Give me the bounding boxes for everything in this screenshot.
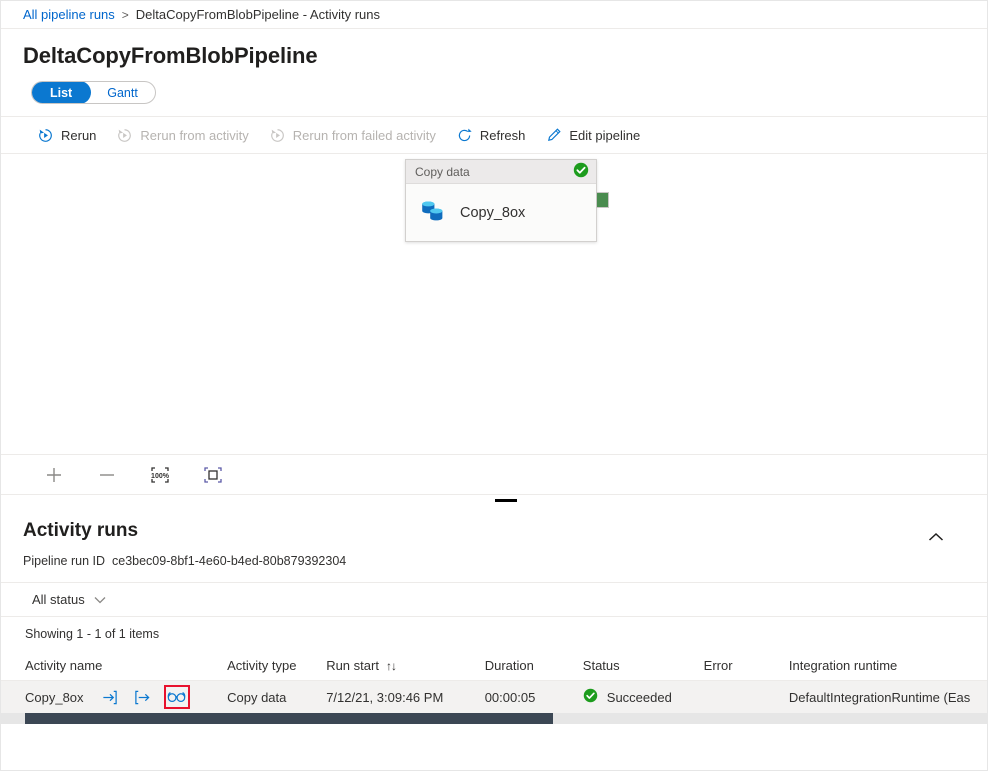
copy-data-icon — [418, 196, 448, 229]
cell-activity-name: Copy_8ox — [25, 685, 227, 709]
column-header-duration[interactable]: Duration — [485, 658, 583, 673]
splitter-grip[interactable] — [495, 499, 517, 502]
table-row[interactable]: Copy_8ox — [1, 681, 987, 713]
activity-node-type-label: Copy data — [415, 165, 470, 179]
pipeline-run-id-label: Pipeline run ID — [23, 554, 105, 568]
view-toggle-wrap: List Gantt — [1, 69, 987, 104]
rerun-from-activity-label: Rerun from activity — [140, 128, 248, 143]
rerun-from-activity-button: Rerun from activity — [106, 117, 258, 153]
rerun-from-activity-icon — [116, 127, 133, 144]
input-icon[interactable] — [98, 686, 122, 708]
activity-runs-header: Activity runs Pipeline run ID ce3bec09-8… — [1, 504, 987, 568]
activity-node-copy-data[interactable]: Copy data — [405, 159, 597, 242]
zoom-in-icon[interactable] — [37, 460, 71, 490]
activity-node-body: Copy_8ox — [406, 184, 596, 241]
edit-pipeline-button[interactable]: Edit pipeline — [535, 117, 650, 153]
refresh-label: Refresh — [480, 128, 526, 143]
cell-run-start: 7/12/21, 3:09:46 PM — [326, 690, 485, 705]
cell-duration: 00:00:05 — [485, 690, 583, 705]
status-badge-icon — [583, 688, 598, 706]
zoom-out-icon[interactable] — [90, 460, 124, 490]
rerun-label: Rerun — [61, 128, 96, 143]
chevron-up-icon[interactable] — [923, 524, 949, 550]
table-header-row: Activity name Activity type Run start↑↓ … — [1, 651, 987, 681]
column-header-integration-runtime[interactable]: Integration runtime — [789, 658, 987, 673]
tab-gantt[interactable]: Gantt — [90, 82, 155, 103]
pipeline-run-id: Pipeline run ID ce3bec09-8bf1-4e60-b4ed-… — [23, 554, 987, 568]
column-header-error[interactable]: Error — [704, 658, 789, 673]
refresh-button[interactable]: Refresh — [446, 117, 536, 153]
edit-pipeline-icon — [545, 127, 562, 144]
activity-runs-page: All pipeline runs > DeltaCopyFromBlobPip… — [0, 0, 988, 771]
pipeline-run-id-value: ce3bec09-8bf1-4e60-b4ed-80b879392304 — [112, 554, 346, 568]
activity-node-header: Copy data — [406, 160, 596, 184]
activity-node-name: Copy_8ox — [460, 205, 525, 221]
column-header-status[interactable]: Status — [583, 658, 704, 673]
showing-count: Showing 1 - 1 of 1 items — [1, 617, 987, 641]
status-filter-dropdown[interactable]: All status — [27, 589, 111, 610]
zoom-to-fit-icon[interactable] — [196, 460, 230, 490]
status-filter-row: All status — [1, 582, 987, 617]
command-bar: Rerun Rerun from activity Rerun from — [1, 116, 987, 154]
activity-node-output-port[interactable] — [596, 192, 609, 208]
column-header-run-start-label: Run start — [326, 658, 379, 673]
details-glasses-icon[interactable] — [164, 685, 190, 709]
rerun-from-failed-activity-icon — [269, 127, 286, 144]
table-horizontal-scrollbar[interactable] — [1, 713, 987, 724]
cell-status: Succeeded — [583, 688, 704, 706]
breadcrumb-all-pipeline-runs-link[interactable]: All pipeline runs — [23, 7, 115, 22]
column-header-run-start[interactable]: Run start ↑↓ — [326, 658, 485, 673]
row-action-icons — [98, 685, 197, 709]
activity-runs-title: Activity runs — [23, 520, 987, 542]
pipeline-canvas[interactable]: Copy data — [1, 154, 987, 454]
breadcrumb-current: DeltaCopyFromBlobPipeline - Activity run… — [136, 7, 380, 22]
cell-integration-runtime: DefaultIntegrationRuntime (Eas — [789, 690, 987, 705]
success-check-icon — [573, 162, 589, 181]
rerun-icon — [37, 127, 54, 144]
canvas-zoom-bar: 100% — [1, 454, 987, 494]
status-filter-label: All status — [32, 592, 85, 607]
activity-runs-table: Activity name Activity type Run start↑↓ … — [1, 651, 987, 724]
zoom-to-100-icon[interactable]: 100% — [143, 460, 177, 490]
rerun-button[interactable]: Rerun — [27, 117, 106, 153]
tab-list[interactable]: List — [31, 81, 91, 104]
cell-activity-type: Copy data — [227, 690, 326, 705]
breadcrumb: All pipeline runs > DeltaCopyFromBlobPip… — [1, 1, 987, 29]
refresh-icon — [456, 127, 473, 144]
column-header-activity-name[interactable]: Activity name — [25, 658, 227, 673]
rerun-from-failed-activity-label: Rerun from failed activity — [293, 128, 436, 143]
breadcrumb-separator: > — [122, 8, 129, 22]
table-scrollbar-thumb[interactable] — [25, 713, 553, 724]
column-header-activity-type[interactable]: Activity type — [227, 658, 326, 673]
page-title: DeltaCopyFromBlobPipeline — [1, 29, 987, 69]
view-toggle[interactable]: List Gantt — [31, 81, 156, 104]
sort-arrows-icon: ↑↓ — [386, 659, 396, 673]
status-text: Succeeded — [607, 690, 672, 705]
rerun-from-failed-activity-button: Rerun from failed activity — [259, 117, 446, 153]
svg-text:100%: 100% — [151, 473, 170, 480]
activity-name-text: Copy_8ox — [25, 690, 84, 705]
output-icon[interactable] — [131, 686, 155, 708]
panel-splitter[interactable] — [1, 494, 987, 504]
chevron-down-icon — [94, 592, 106, 607]
edit-pipeline-label: Edit pipeline — [569, 128, 640, 143]
